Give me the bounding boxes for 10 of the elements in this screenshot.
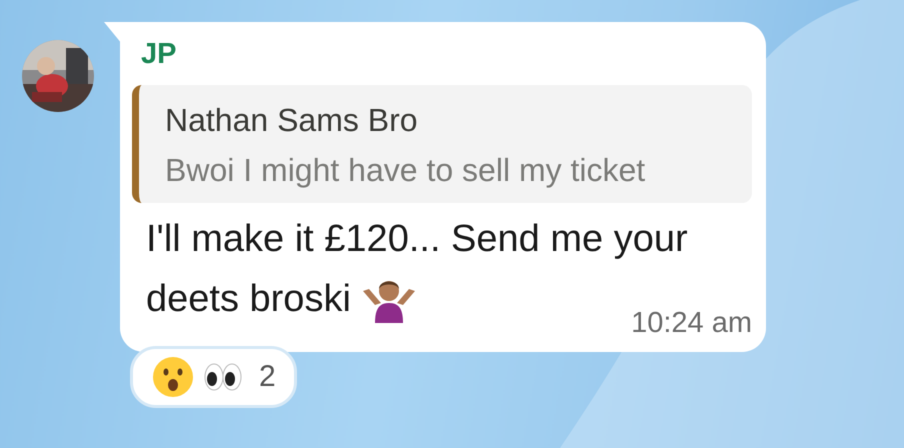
message-text: I'll make it £120... Send me your	[146, 217, 688, 262]
sender-name: JP	[141, 38, 178, 71]
reactions-pill[interactable]: 2	[130, 346, 297, 408]
quoted-message[interactable]: Nathan Sams Bro Bwoi I might have to sell my ticket	[132, 85, 752, 203]
quote-text: Bwoi I might have to sell my ticket	[165, 151, 646, 190]
reaction-count: 2	[259, 360, 276, 394]
message-time: 10:24 am	[631, 307, 752, 340]
message-text: deets broski	[146, 277, 351, 322]
quote-author: Nathan Sams Bro	[165, 101, 419, 140]
astonished-face-icon	[151, 355, 195, 399]
